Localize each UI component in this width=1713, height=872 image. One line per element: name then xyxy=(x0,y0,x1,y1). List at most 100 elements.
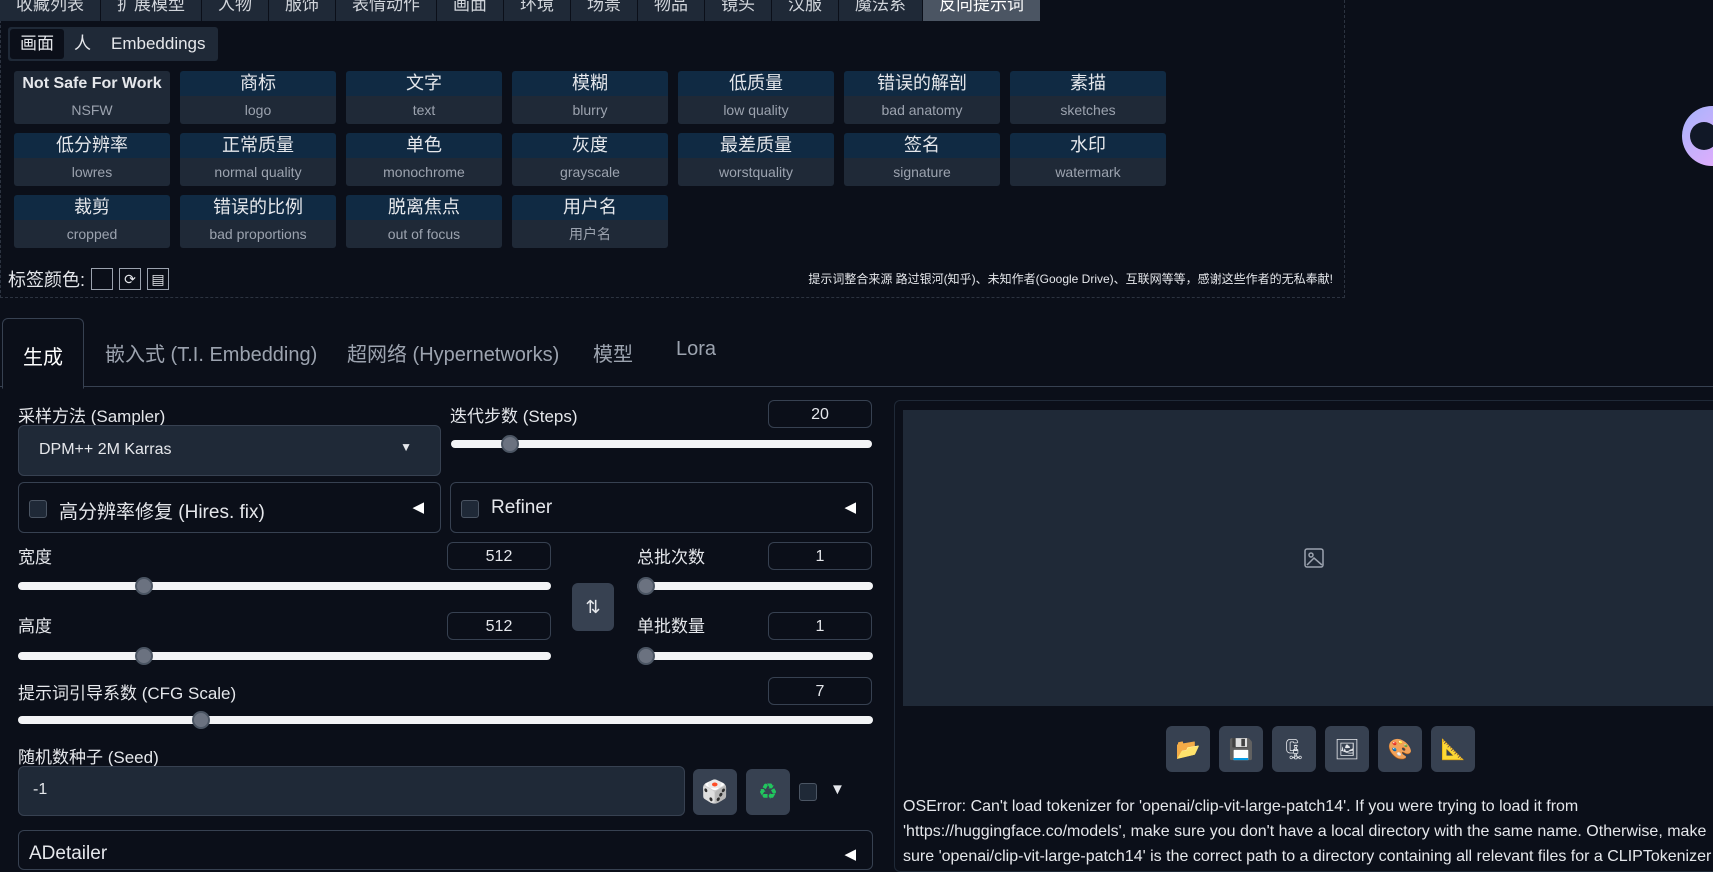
batch-size-slider-handle[interactable] xyxy=(637,647,655,665)
prompt-tag[interactable]: 错误的解剖 bad anatomy xyxy=(844,71,1000,124)
category-tab[interactable]: 环境 xyxy=(504,0,571,21)
prompt-tag[interactable]: 脱离焦点 out of focus xyxy=(346,195,502,248)
category-tab[interactable]: 反向提示词 xyxy=(923,0,1041,21)
tab-label: 生成 xyxy=(23,347,63,369)
width-slider[interactable] xyxy=(18,582,551,590)
prompt-tag[interactable]: 文字 text xyxy=(346,71,502,124)
cfg-slider-handle[interactable] xyxy=(192,711,210,729)
batch-size-input[interactable]: 1 xyxy=(768,612,872,640)
sub-tab[interactable]: 人 xyxy=(64,29,101,59)
reset-color-icon[interactable]: ⟳ xyxy=(119,268,142,290)
prompt-tag[interactable]: 素描 sketches xyxy=(1010,71,1166,124)
save-icon: 💾 xyxy=(1228,738,1254,761)
prompt-tag[interactable]: 错误的比例 bad proportions xyxy=(180,195,336,248)
seed-input[interactable]: -1 xyxy=(18,766,685,816)
floating-logo[interactable] xyxy=(1682,106,1713,166)
category-tab[interactable]: 表情动作 xyxy=(336,0,437,21)
height-input[interactable]: 512 xyxy=(447,612,551,640)
swap-dimensions-button[interactable]: ⇅ xyxy=(572,583,614,631)
send-to-inpaint-button[interactable]: 🎨 xyxy=(1378,726,1422,772)
collapse-icon[interactable]: ◀ xyxy=(844,845,856,863)
batch-count-slider-handle[interactable] xyxy=(637,577,655,595)
tag-label-en: grayscale xyxy=(512,158,668,186)
batch-size-slider[interactable] xyxy=(637,652,873,660)
tag-label-en: watermark xyxy=(1010,158,1166,186)
tab-lora[interactable]: Lora xyxy=(676,338,716,361)
prompt-tag[interactable]: 灰度 grayscale xyxy=(512,133,668,186)
prompt-tag[interactable]: 水印 watermark xyxy=(1010,133,1166,186)
send-to-img2img-button[interactable]: 🖼 xyxy=(1325,726,1369,772)
category-tab[interactable]: 扩展模型 xyxy=(101,0,202,21)
cfg-slider[interactable] xyxy=(18,716,873,724)
tab-ti-embedding[interactable]: 嵌入式 (T.I. Embedding) xyxy=(105,338,317,367)
tab-hypernetworks[interactable]: 超网络 (Hypernetworks) xyxy=(347,338,559,367)
tag-label-zh: 正常质量 xyxy=(180,133,336,158)
refiner-label: Refiner xyxy=(491,497,553,518)
category-tab[interactable]: 汉服 xyxy=(772,0,839,21)
tab-model[interactable]: 模型 xyxy=(593,338,633,367)
batch-count-input[interactable]: 1 xyxy=(768,542,872,570)
steps-slider-handle[interactable] xyxy=(501,435,519,453)
collapse-icon[interactable]: ◀ xyxy=(412,498,424,516)
cfg-input[interactable]: 7 xyxy=(768,677,872,705)
prompt-tag[interactable]: Not Safe For Work NSFW xyxy=(14,71,170,124)
height-slider[interactable] xyxy=(18,652,551,660)
category-tab[interactable]: 镜头 xyxy=(705,0,772,21)
dice-icon: 🎲 xyxy=(701,779,729,804)
category-tab[interactable]: 画面 xyxy=(437,0,504,21)
open-folder-button[interactable]: 📂 xyxy=(1166,726,1210,772)
tag-label-zh: 水印 xyxy=(1010,133,1166,158)
steps-input[interactable]: 20 xyxy=(768,400,872,428)
prompt-tag[interactable]: 裁剪 cropped xyxy=(14,195,170,248)
tag-label-en: NSFW xyxy=(14,96,170,124)
category-tab[interactable]: 物品 xyxy=(638,0,705,21)
hires-fix-panel[interactable]: 高分辨率修复 (Hires. fix) ◀ xyxy=(18,482,441,533)
prompt-tag[interactable]: 模糊 blurry xyxy=(512,71,668,124)
collapse-icon[interactable]: ◀ xyxy=(844,498,856,516)
zip-button[interactable]: 🗜 xyxy=(1272,726,1316,772)
tag-label-zh: 商标 xyxy=(180,71,336,96)
tag-label-en: 用户名 xyxy=(512,220,668,248)
prompt-tag[interactable]: 最差质量 worstquality xyxy=(678,133,834,186)
error-line: sure 'openai/clip-vit-large-patch14' is … xyxy=(903,848,1712,865)
category-tab[interactable]: 场景 xyxy=(571,0,638,21)
prompt-tag[interactable]: 单色 monochrome xyxy=(346,133,502,186)
clear-icon[interactable]: ▤ xyxy=(147,268,170,290)
batch-count-label: 总批次数 xyxy=(637,548,705,567)
height-slider-handle[interactable] xyxy=(135,647,153,665)
hires-fix-checkbox[interactable] xyxy=(29,500,47,518)
sub-tab[interactable]: 画面 xyxy=(10,29,64,59)
chevron-down-icon: ▼ xyxy=(400,440,412,454)
reuse-seed-button[interactable]: ♻ xyxy=(746,769,790,815)
category-tab[interactable]: 魔法系 xyxy=(839,0,923,21)
refiner-checkbox[interactable] xyxy=(461,500,479,518)
save-button[interactable]: 💾 xyxy=(1219,726,1263,772)
width-slider-handle[interactable] xyxy=(135,577,153,595)
send-to-extras-button[interactable]: 📐 xyxy=(1431,726,1475,772)
extra-seed-checkbox[interactable] xyxy=(799,783,817,801)
tab-generate[interactable]: 生成 xyxy=(2,318,84,389)
adetailer-panel[interactable]: ADetailer ◀ xyxy=(18,830,873,870)
tag-label-zh: 裁剪 xyxy=(14,195,170,220)
random-seed-button[interactable]: 🎲 xyxy=(693,769,737,815)
color-swatch[interactable] xyxy=(91,268,114,290)
category-tab[interactable]: 收藏列表 xyxy=(0,0,101,21)
sub-tab[interactable]: Embeddings xyxy=(101,29,216,59)
tag-label-zh: 单色 xyxy=(346,133,502,158)
prompt-tag[interactable]: 低质量 low quality xyxy=(678,71,834,124)
category-tab[interactable]: 服饰 xyxy=(269,0,336,21)
refiner-panel[interactable]: Refiner ◀ xyxy=(450,482,873,533)
tag-label-zh: 模糊 xyxy=(512,71,668,96)
expand-icon[interactable]: ▼ xyxy=(830,781,845,798)
prompt-tag[interactable]: 正常质量 normal quality xyxy=(180,133,336,186)
prompt-tag[interactable]: 低分辨率 lowres xyxy=(14,133,170,186)
width-input[interactable]: 512 xyxy=(447,542,551,570)
seed-label: 随机数种子 (Seed) xyxy=(18,748,159,767)
prompt-tag[interactable]: 商标 logo xyxy=(180,71,336,124)
batch-count-slider[interactable] xyxy=(637,582,873,590)
prompt-tag[interactable]: 签名 signature xyxy=(844,133,1000,186)
tag-label-zh: 文字 xyxy=(346,71,502,96)
sampler-select[interactable]: DPM++ 2M Karras ▼ xyxy=(18,425,441,476)
category-tab[interactable]: 人物 xyxy=(202,0,269,21)
prompt-tag[interactable]: 用户名 用户名 xyxy=(512,195,668,248)
